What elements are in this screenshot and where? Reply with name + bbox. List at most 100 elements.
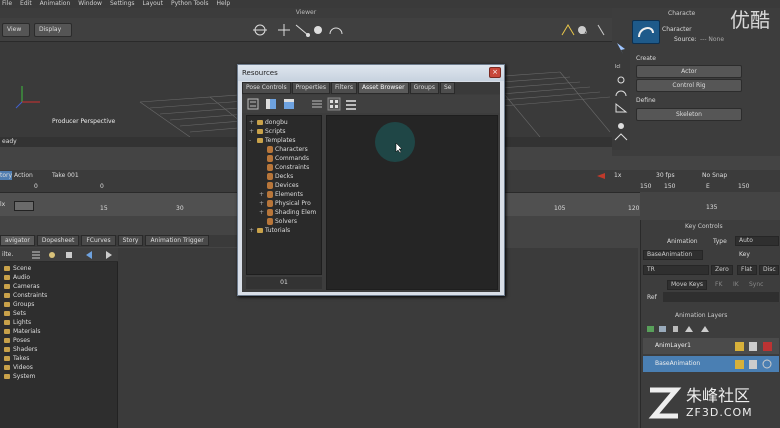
tree-node[interactable]: Solvers <box>249 217 319 226</box>
sphere-tool-icon[interactable] <box>618 123 624 129</box>
key-button[interactable]: Key <box>739 251 750 258</box>
menu-window[interactable]: Window <box>78 0 102 8</box>
type-selector[interactable]: Auto <box>735 236 779 246</box>
list-view-icon[interactable] <box>312 100 322 108</box>
move-keys-button[interactable]: Move Keys <box>667 280 707 290</box>
expander-icon[interactable]: + <box>259 190 265 199</box>
end-frame-b[interactable]: 150 <box>738 182 749 191</box>
nav-item-takes[interactable]: Takes <box>0 354 117 363</box>
split-view-icon[interactable] <box>266 99 276 109</box>
up-arrow-icon[interactable] <box>614 133 628 141</box>
forward-arrow-icon[interactable] <box>106 251 112 259</box>
lock-icon[interactable] <box>735 360 744 369</box>
expander-icon[interactable]: + <box>259 208 265 217</box>
nav-item-poses[interactable]: Poses <box>0 336 117 345</box>
start-frame[interactable]: 0 <box>34 182 38 191</box>
sync-button[interactable]: Sync <box>749 281 763 288</box>
ref-field[interactable] <box>663 292 779 302</box>
tab-pose-controls[interactable]: Pose Controls <box>242 82 291 94</box>
timeline-cursor[interactable] <box>14 201 34 211</box>
nav-item-groups[interactable]: Groups <box>0 300 117 309</box>
menu-animation[interactable]: Animation <box>40 0 71 8</box>
expander-icon[interactable]: + <box>249 127 255 136</box>
orbit-icon[interactable] <box>329 27 343 35</box>
tab-groups[interactable]: Groups <box>409 82 439 94</box>
mute-icon[interactable] <box>763 342 772 351</box>
tree-node[interactable]: Characters <box>249 145 319 154</box>
tree-node[interactable]: + Tutorials <box>249 226 319 235</box>
tree-node[interactable]: Decks <box>249 172 319 181</box>
menu-help[interactable]: Help <box>216 0 230 8</box>
tree-view-icon[interactable] <box>247 98 259 110</box>
menu-settings[interactable]: Settings <box>110 0 135 8</box>
end-frame-a[interactable]: 150 <box>664 182 675 191</box>
detail-view-icon[interactable] <box>346 100 356 110</box>
actor-button[interactable]: Actor <box>636 65 742 78</box>
fk-button[interactable]: FK <box>715 281 722 288</box>
take-selector[interactable]: Take 001 <box>52 171 79 180</box>
ik-button[interactable]: IK <box>733 281 739 288</box>
play-icon[interactable] <box>595 172 607 180</box>
scale-tool-icon[interactable] <box>615 102 628 113</box>
scale-icon[interactable] <box>295 24 310 37</box>
move-icon[interactable] <box>253 24 267 36</box>
base-animation-selector[interactable]: BaseAnimation <box>643 250 703 260</box>
nav-item-materials[interactable]: Materials <box>0 327 117 336</box>
asset-content-pane[interactable] <box>326 115 498 290</box>
tab-asset-browser[interactable]: Asset Browser <box>357 82 409 94</box>
disc-button[interactable]: Disc <box>759 265 779 275</box>
view-button[interactable]: View <box>2 23 30 37</box>
rotate-tool-icon[interactable] <box>615 90 627 97</box>
delete-layer-icon[interactable] <box>673 326 678 332</box>
tab-sets[interactable]: Se <box>439 82 456 94</box>
nav-item-sets[interactable]: Sets <box>0 309 117 318</box>
solo-icon[interactable] <box>749 360 757 369</box>
tab-filters[interactable]: Filters <box>330 82 357 94</box>
nav-item-scene[interactable]: Scene <box>0 264 117 273</box>
box-icon[interactable] <box>66 252 72 258</box>
tree-node[interactable]: + Physical Pro <box>249 199 319 208</box>
flat-button[interactable]: Flat <box>737 265 757 275</box>
menu-layout[interactable]: Layout <box>143 0 163 8</box>
tab-dopesheet[interactable]: Dopesheet <box>36 235 80 246</box>
nav-item-cameras[interactable]: Cameras <box>0 282 117 291</box>
snap-selector[interactable]: No Snap <box>702 171 727 180</box>
playback-speed[interactable]: 1x <box>614 171 621 180</box>
tr-selector[interactable]: TR <box>643 265 709 275</box>
pyramid-icon[interactable] <box>561 24 575 36</box>
character-logo-icon[interactable] <box>632 20 660 44</box>
tree-node[interactable]: + Scripts <box>249 127 319 136</box>
nav-item-system[interactable]: System <box>0 372 117 381</box>
icon-view-icon[interactable] <box>327 97 341 111</box>
panel-view-icon[interactable] <box>284 99 294 109</box>
tree-node[interactable]: Constraints <box>249 163 319 172</box>
tab-navigator[interactable]: avigator <box>0 235 35 246</box>
collapse-icon[interactable] <box>701 326 709 332</box>
lcl-icon[interactable]: lcl <box>615 64 621 70</box>
disabled-icon[interactable] <box>762 359 772 369</box>
lock-icon[interactable] <box>735 342 744 351</box>
tree-node[interactable]: - Templates <box>249 136 319 145</box>
add-layer-icon[interactable] <box>647 326 654 332</box>
expander-icon[interactable]: - <box>249 136 255 145</box>
expander-icon[interactable]: + <box>249 226 255 235</box>
nav-item-audio[interactable]: Audio <box>0 273 117 282</box>
tree-node[interactable]: Commands <box>249 154 319 163</box>
nav-item-lights[interactable]: Lights <box>0 318 117 327</box>
nav-item-videos[interactable]: Videos <box>0 363 117 372</box>
menu-edit[interactable]: Edit <box>20 0 32 8</box>
display-button[interactable]: Display <box>34 23 72 37</box>
merge-icon[interactable] <box>685 326 693 332</box>
list-icon[interactable] <box>32 251 40 259</box>
tree-node[interactable]: + dongbu <box>249 118 319 127</box>
tab-story[interactable]: Story <box>117 235 144 246</box>
filter-field[interactable]: ilte. <box>2 251 13 258</box>
back-arrow-icon[interactable] <box>86 251 92 259</box>
solo-icon[interactable] <box>749 342 757 351</box>
menu-python-tools[interactable]: Python Tools <box>171 0 209 8</box>
tree-node[interactable]: Devices <box>249 181 319 190</box>
source-value[interactable]: --- None <box>700 36 724 43</box>
tree-node[interactable]: + Shading Elem <box>249 208 319 217</box>
translate-icon[interactable] <box>278 24 290 36</box>
nav-item-constraints[interactable]: Constraints <box>0 291 117 300</box>
